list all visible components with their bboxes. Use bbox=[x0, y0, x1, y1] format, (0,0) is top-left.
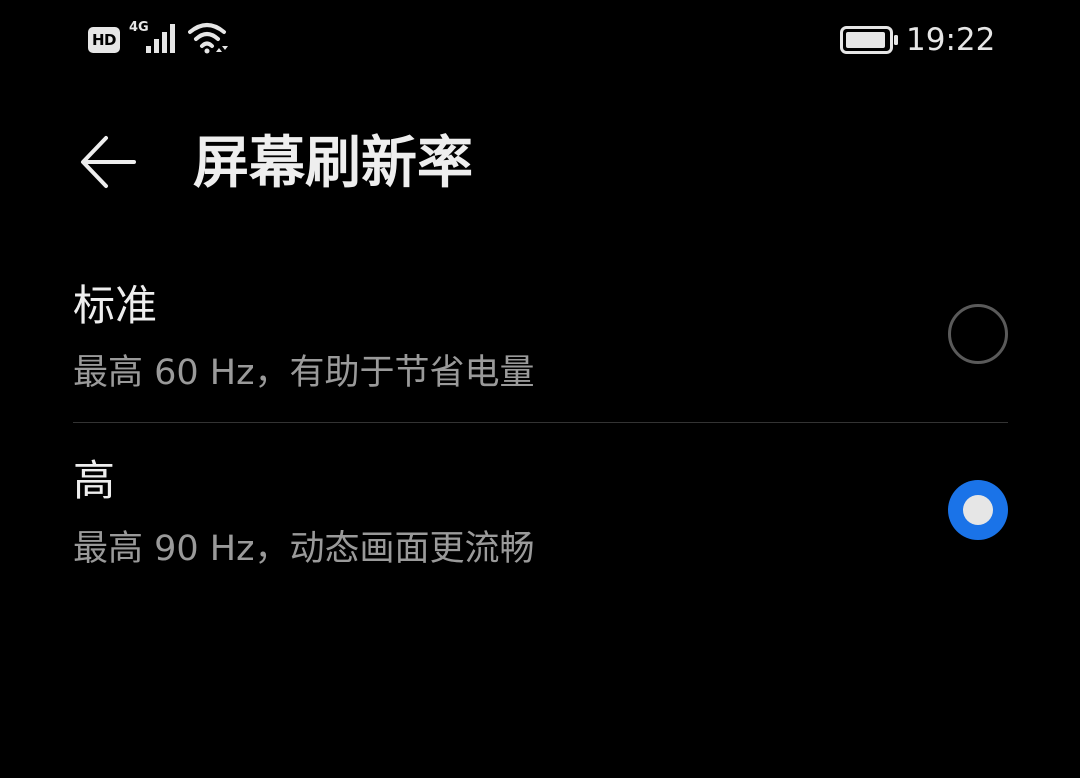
battery-icon bbox=[840, 26, 898, 54]
status-time: 19:22 bbox=[906, 22, 996, 58]
refresh-rate-option-standard[interactable]: 标准 最高 60 Hz，有助于节省电量 bbox=[0, 260, 1080, 422]
signal-icon bbox=[146, 24, 175, 53]
page-title: 屏幕刷新率 bbox=[193, 131, 473, 196]
radio-selected-dot bbox=[963, 495, 993, 525]
option-title: 高 bbox=[73, 456, 116, 505]
refresh-rate-option-high[interactable]: 高 最高 90 Hz，动态画面更流畅 bbox=[0, 423, 1080, 593]
arrow-left-icon bbox=[81, 136, 136, 188]
hd-icon: HD bbox=[88, 27, 120, 53]
wifi-icon bbox=[188, 23, 228, 54]
status-bar: HD 4G 19:22 bbox=[0, 0, 1080, 80]
option-title: 标准 bbox=[73, 281, 158, 330]
radio-standard[interactable] bbox=[948, 304, 1008, 364]
option-subtitle: 最高 60 Hz，有助于节省电量 bbox=[73, 353, 535, 393]
back-button[interactable] bbox=[66, 118, 154, 206]
radio-high[interactable] bbox=[948, 480, 1008, 540]
option-subtitle: 最高 90 Hz，动态画面更流畅 bbox=[73, 529, 535, 569]
